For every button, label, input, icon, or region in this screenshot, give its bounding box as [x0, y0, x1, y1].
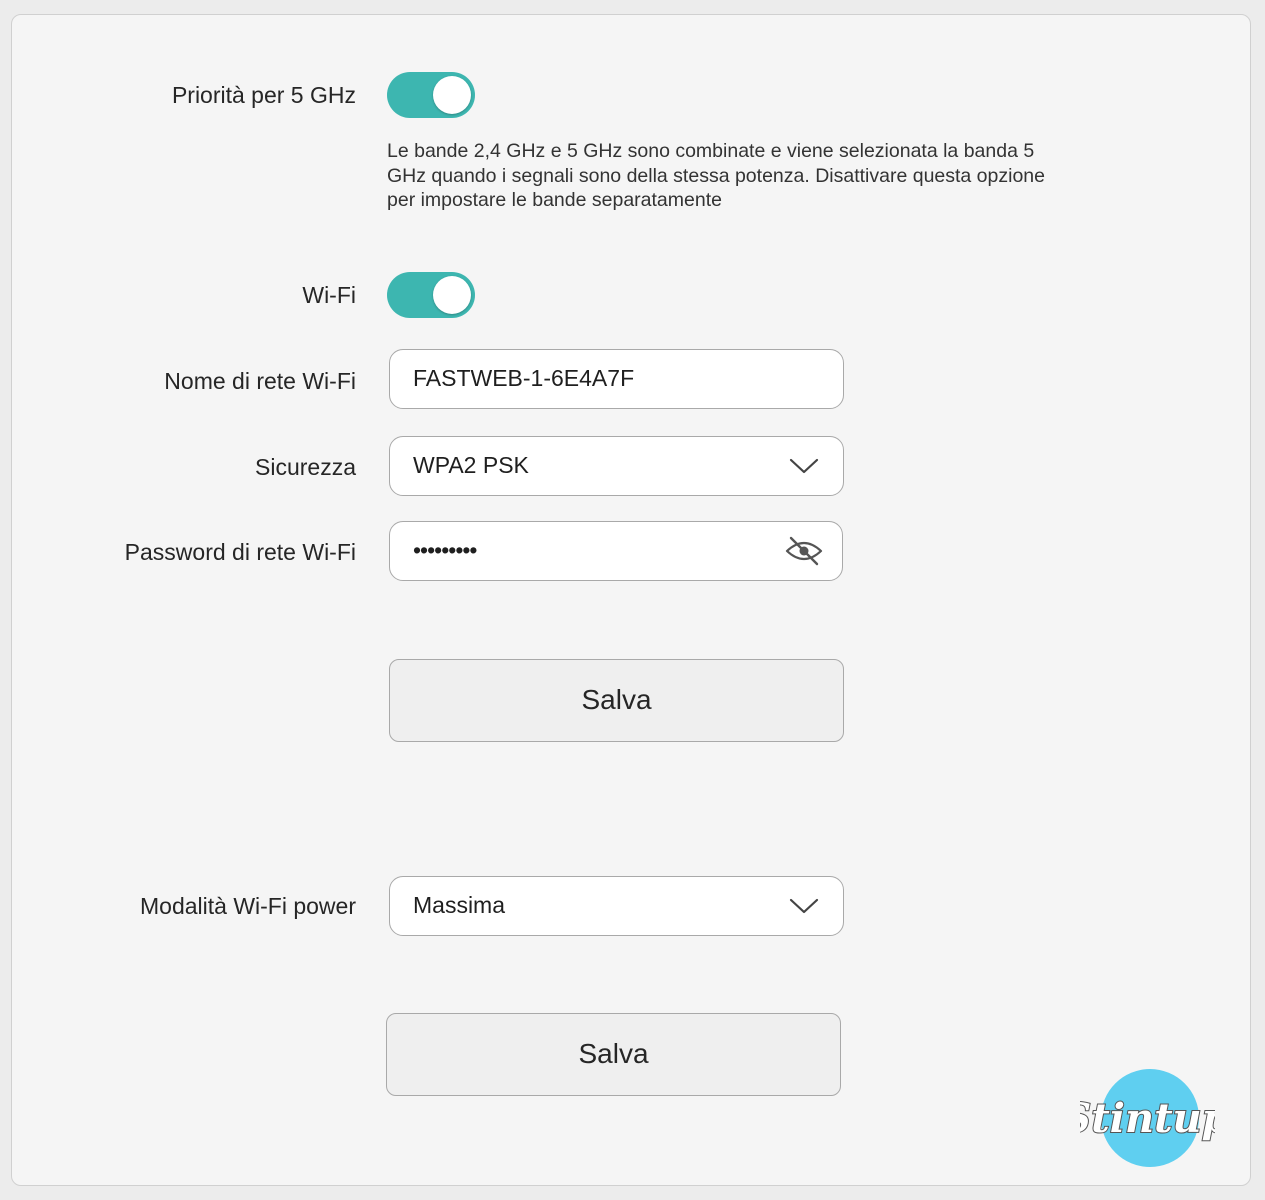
power-mode-value: Massima — [413, 892, 506, 918]
toggle-knob — [433, 276, 471, 314]
wifi-toggle[interactable] — [387, 272, 475, 318]
wifi-label: Wi-Fi — [302, 282, 356, 308]
network-name-label: Nome di rete Wi-Fi — [164, 368, 356, 394]
save-power-button[interactable]: Salva — [386, 1013, 841, 1096]
password-input[interactable]: ••••••••• — [389, 521, 843, 581]
security-select[interactable]: WPA2 PSK — [389, 436, 844, 496]
network-name-value: FASTWEB-1-6E4A7F — [413, 365, 635, 391]
toggle-knob — [433, 76, 471, 114]
priority-5ghz-label: Priorità per 5 GHz — [171, 82, 356, 108]
priority-5ghz-description: Le bande 2,4 GHz e 5 GHz sono combinate … — [387, 140, 1045, 211]
eye-hidden-icon[interactable] — [784, 534, 824, 568]
save-wifi-button[interactable]: Salva — [389, 659, 844, 742]
network-name-input[interactable]: FASTWEB-1-6E4A7F — [389, 349, 844, 409]
priority-5ghz-toggle[interactable] — [387, 72, 475, 118]
password-label: Password di rete Wi-Fi — [124, 539, 356, 565]
security-value: WPA2 PSK — [413, 452, 529, 478]
password-value: ••••••••• — [413, 537, 477, 563]
power-mode-select[interactable]: Massima — [389, 876, 844, 936]
chevron-down-icon — [789, 458, 819, 474]
chevron-down-icon — [789, 898, 819, 914]
security-label: Sicurezza — [255, 454, 356, 480]
svg-text:Stintup: Stintup — [1080, 1095, 1215, 1142]
stintup-logo: Stintup — [1080, 1069, 1215, 1167]
power-mode-label: Modalità Wi-Fi power — [140, 893, 356, 919]
